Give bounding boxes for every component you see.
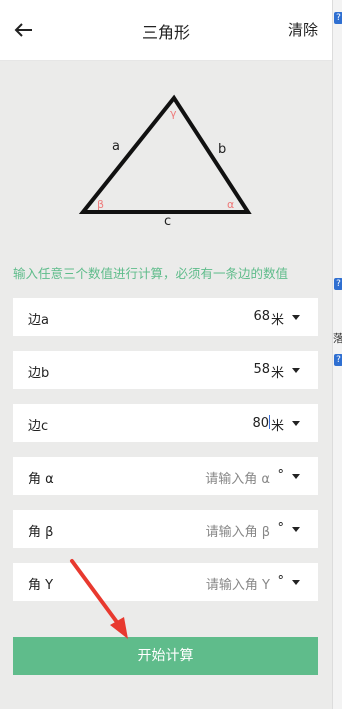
angle-gamma-field[interactable]: 角 Y 请输入角 Y ° — [13, 563, 318, 601]
unit-label: ° — [277, 521, 285, 536]
text-cursor — [269, 415, 270, 429]
chevron-down-icon[interactable] — [292, 474, 300, 479]
field-label: 角 β — [28, 525, 54, 540]
clear-button[interactable]: 清除 — [288, 19, 318, 40]
angle-alpha-input[interactable]: 请输入角 α — [205, 468, 270, 487]
side-b-input[interactable]: 58 — [253, 362, 270, 377]
angle-beta-label: β — [97, 198, 104, 211]
unit-label: 米 — [270, 419, 284, 434]
side-text: 落 — [333, 332, 342, 345]
start-calculation-button[interactable]: 开始计算 — [13, 637, 318, 675]
angle-alpha-field[interactable]: 角 α 请输入角 α ° — [13, 457, 318, 495]
chevron-down-icon[interactable] — [292, 580, 300, 585]
input-hint: 输入任意三个数值进行计算，必须有一条边的数值 — [13, 266, 289, 281]
background-window-strip: ? ? 落 ? — [332, 0, 342, 709]
page-title: 三角形 — [141, 23, 190, 42]
angle-gamma-label: γ — [170, 107, 177, 120]
side-c-input[interactable]: 80 — [252, 416, 269, 431]
side-b-field[interactable]: 边b 58 米 — [13, 351, 318, 389]
side-c-input-wrap[interactable]: 80 — [252, 415, 270, 431]
field-label: 边b — [28, 366, 50, 381]
unit-label: 米 — [270, 366, 284, 381]
side-b-label: b — [218, 142, 226, 157]
unit-label: ° — [277, 574, 285, 589]
chevron-down-icon[interactable] — [292, 527, 300, 532]
chevron-down-icon[interactable] — [292, 315, 300, 320]
app-header: 三角形 清除 — [0, 0, 332, 61]
chevron-down-icon[interactable] — [292, 368, 300, 373]
field-label: 角 Y — [28, 578, 54, 593]
field-label: 边a — [28, 313, 49, 328]
unit-label: ° — [277, 468, 285, 483]
side-a-label: a — [112, 139, 120, 154]
chevron-down-icon[interactable] — [292, 421, 300, 426]
field-label: 角 α — [28, 472, 54, 487]
field-label: 边c — [28, 419, 49, 434]
side-c-label: c — [164, 214, 171, 229]
help-icon: ? — [334, 278, 342, 290]
side-a-input[interactable]: 68 — [253, 309, 270, 324]
help-icon: ? — [334, 354, 342, 366]
triangle-calculator-screen: 三角形 清除 a b c γ β α 输入任意三个数值进行计算，必须有一条边的数… — [0, 0, 332, 709]
help-icon: ? — [334, 12, 342, 24]
angle-beta-field[interactable]: 角 β 请输入角 β ° — [13, 510, 318, 548]
side-c-field[interactable]: 边c 80 米 — [13, 404, 318, 442]
side-a-field[interactable]: 边a 68 米 — [13, 298, 318, 336]
angle-gamma-input[interactable]: 请输入角 Y — [206, 574, 270, 593]
angle-beta-input[interactable]: 请输入角 β — [206, 521, 270, 540]
angle-alpha-label: α — [227, 198, 234, 211]
unit-label: 米 — [270, 313, 284, 328]
triangle-diagram: a b c γ β α — [78, 94, 252, 229]
